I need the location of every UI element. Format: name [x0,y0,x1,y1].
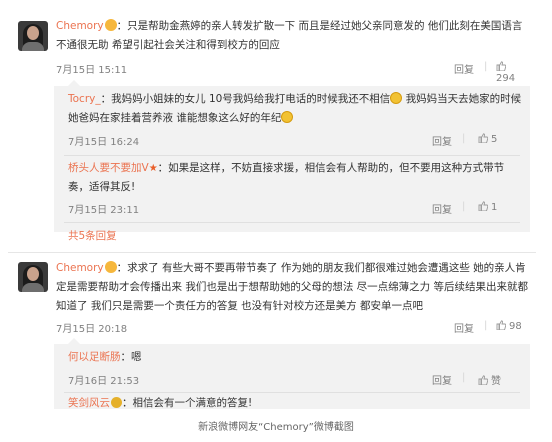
reply-time: 7月16日 21:53 [68,376,140,387]
more-replies-link[interactable]: 共5条回复 [68,228,117,243]
like-count: 1 [491,202,498,213]
comment-meta: 7月15日 20:18 回复 | 98 [56,320,522,335]
like-button[interactable]: 赞 [478,372,501,387]
comment-username[interactable]: Chemory [56,20,104,32]
thumbs-up-icon [478,133,488,143]
reply-body: 何以足断肠：嗯 [68,348,522,367]
reply-meta: 7月15日 16:24 回复 | 5 [68,133,498,148]
thumbs-up-icon [478,201,488,211]
reply-button[interactable]: 回复 [454,61,474,76]
avatar[interactable] [18,262,48,292]
reply-button[interactable]: 回复 [432,201,452,216]
thumbs-up-icon [478,375,488,385]
vip-badge-icon [104,261,117,273]
thumbs-up-icon [496,320,506,330]
comment-meta: 7月15日 15:11 回复 | 294 [56,61,528,84]
reply-username[interactable]: 何以足断肠 [68,351,121,363]
reply-time: 7月15日 16:24 [68,137,140,148]
avatar[interactable] [18,21,48,51]
vip-badge-icon [111,397,122,408]
vip-badge-icon [104,19,117,31]
comment-username[interactable]: Chemory [56,262,104,274]
star-icon: ★ [148,163,158,174]
reply-body: 桥头人要不要加V★：如果是这样，不妨直接求援，相信会有人帮助的，但不要用这种方式… [68,159,522,197]
reply-username[interactable]: 笑剑风云 [68,397,110,409]
reply-username[interactable]: 桥头人要不要加V [68,162,149,174]
comment-time: 7月15日 20:18 [56,324,128,335]
like-button[interactable]: 1 [478,201,497,213]
reply-meta: 7月15日 23:11 回复 | 1 [68,201,498,216]
reply-text: ：相信会有一个满意的答复! [122,397,253,409]
reply-button[interactable]: 回复 [432,372,452,387]
reply-username[interactable]: Tocry_ [68,93,101,105]
reply-text: ：嗯 [120,351,142,363]
comment-text: ：求求了 有些大哥不要再带节奏了 作为她的朋友我们都很难过她会遭遇这些 她的亲人… [56,262,529,312]
reply-list: Tocry_：我妈妈小姐妹的女儿 10号我妈给我打电话的时候我还不相信 我妈妈当… [54,80,530,232]
reply-meta: 7月16日 21:53 回复 | 赞 [68,372,501,387]
weibo-comment-screenshot: Chemory ：只是帮助金燕婷的亲人转发扩散一下 而且是经过她父亲同意发的 他们… [8,6,536,409]
reply-button[interactable]: 回复 [454,320,474,335]
reply-button[interactable]: 回复 [432,133,452,148]
like-button[interactable]: 294 [496,61,528,84]
image-caption: 新浪微博网友“Chemory”微博截图 [198,422,354,433]
reply-body: 笑剑风云 ：相信会有一个满意的答复! [68,394,522,409]
comment-time: 7月15日 15:11 [56,65,128,76]
like-button[interactable]: 5 [478,133,497,145]
comment-body: Chemory ：求求了 有些大哥不要再带节奏了 作为她的朋友我们都很难过她会遭遇… [56,259,528,316]
comment-text: ：只是帮助金燕婷的亲人转发扩散一下 而且是经过她父亲同意发的 他们此刻在美国语言… [56,20,523,51]
reply-text: ：我妈妈小姐妹的女儿 10号我妈给我打电话的时候我还不相信 [100,93,391,105]
like-count: 98 [509,321,522,332]
like-button[interactable]: 98 [496,320,522,332]
reply-body: Tocry_：我妈妈小姐妹的女儿 10号我妈给我打电话的时候我还不相信 我妈妈当… [68,90,522,128]
reply-list: 何以足断肠：嗯 7月16日 21:53 回复 | 赞 笑剑风云 ：相信会有一个满意… [54,338,530,409]
comment-body: Chemory ：只是帮助金燕婷的亲人转发扩散一下 而且是经过她父亲同意发的 他们… [56,17,528,55]
thumbs-up-icon [496,61,506,71]
crying-emoji-icon [390,92,403,104]
crying-emoji-icon [281,111,294,123]
like-count: 5 [491,134,498,145]
reply-time: 7月15日 23:11 [68,205,140,216]
like-count: 赞 [491,376,501,387]
like-count: 294 [496,73,516,84]
